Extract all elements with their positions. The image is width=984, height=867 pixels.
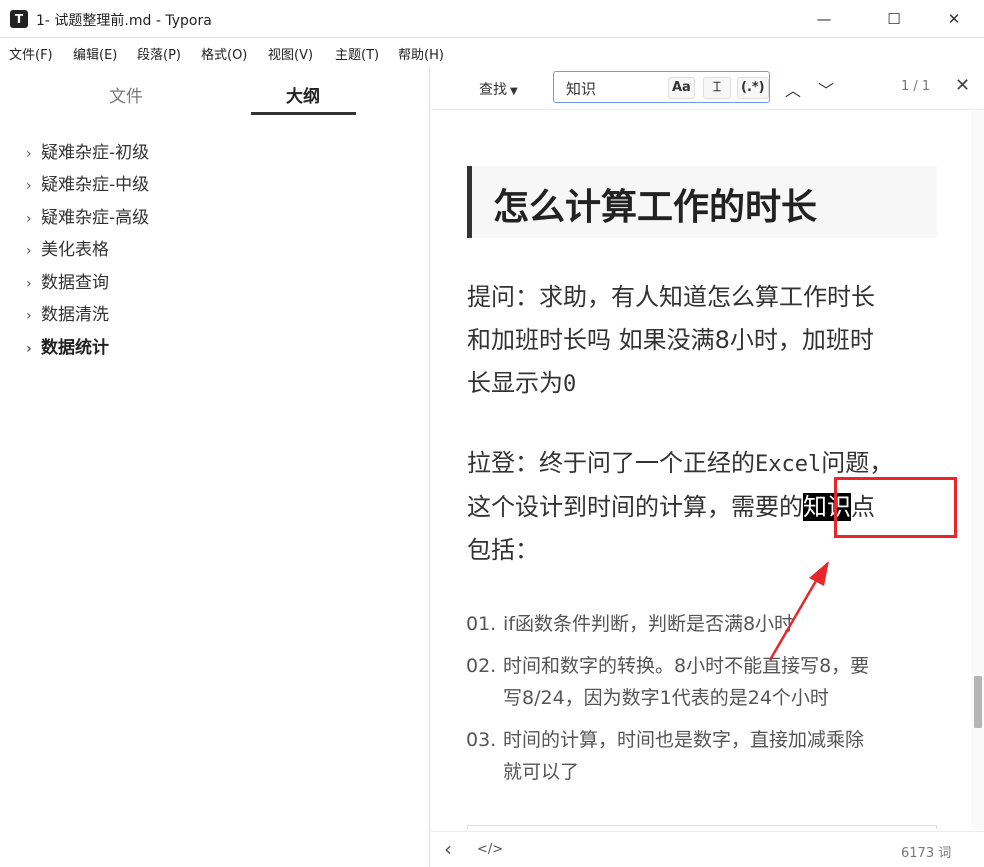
source-code-mode-icon[interactable]: </> (477, 842, 503, 857)
active-tab-indicator (251, 112, 356, 115)
outline-item-active[interactable]: › 数据统计 (26, 333, 109, 358)
heading-block: 怎么计算工作的时长 (467, 166, 937, 238)
menu-help[interactable]: 帮助(H) (398, 44, 444, 63)
menu-paragraph[interactable]: 段落(P) (137, 44, 181, 63)
chevron-right-icon: › (26, 178, 32, 194)
status-bar: ‹ </> 6173 词 (431, 831, 984, 867)
menu-file[interactable]: 文件(F) (9, 44, 53, 63)
annotation-box (834, 477, 957, 538)
list-item: 03. 时间的计算，时间也是数字，直接加减乘除 就可以了 (466, 729, 865, 783)
scroll-thumb[interactable] (974, 676, 982, 728)
minimize-button[interactable]: — (801, 0, 847, 38)
find-next-icon[interactable]: ﹀ (818, 77, 834, 101)
chevron-right-icon: › (26, 308, 32, 324)
chevron-right-icon: › (26, 276, 32, 292)
find-close-icon[interactable]: ✕ (955, 75, 970, 96)
list-item: 02. 时间和数字的转换。8小时不能直接写8，要 写8/24，因为数字1代表的是2… (466, 655, 870, 709)
editor-area[interactable]: 怎么计算工作的时长 提问：求助，有人知道怎么算工作时长 和加班时长吗 如果没满8… (431, 111, 971, 829)
find-bar: 查找▼ Aa ⌶ (.*) ︿ ﹀ 1 / 1 ✕ (431, 66, 984, 110)
chevron-right-icon: › (26, 146, 32, 162)
whole-word-toggle[interactable]: ⌶ (703, 77, 731, 99)
outline-item[interactable]: › 疑难杂症-中级 (26, 170, 149, 195)
find-mode-dropdown[interactable]: 查找 ▼ (479, 79, 518, 99)
maximize-button[interactable]: ☐ (871, 0, 917, 38)
typora-app-icon: T (10, 10, 28, 28)
window-title: 1- 试题整理前.md - Typora (36, 13, 212, 29)
find-prev-icon[interactable]: ︿ (785, 77, 801, 101)
menu-bar: 文件(F) 编辑(E) 段落(P) 格式(O) 视图(V) 主题(T) 帮助(H… (0, 38, 984, 66)
outline-item[interactable]: › 数据清洗 (26, 300, 109, 325)
tab-outline[interactable]: 大纲 (286, 82, 320, 107)
find-input-box: Aa ⌶ (.*) (553, 71, 770, 103)
match-case-toggle[interactable]: Aa (668, 77, 695, 99)
title-bar: T 1- 试题整理前.md - Typora — ☐ ✕ (0, 0, 984, 38)
inline-code: 0 (563, 372, 577, 397)
chevron-right-icon: › (26, 243, 32, 259)
word-count[interactable]: 6173 词 (901, 842, 951, 861)
question-paragraph: 提问：求助，有人知道怎么算工作时长 和加班时长吗 如果没满8小时，加班时 长显示… (467, 283, 875, 397)
sidebar: 文件 大纲 › 疑难杂症-初级 › 疑难杂症-中级 › 疑难杂症-高级 › 美化表格 ›… (0, 66, 430, 867)
find-match-count: 1 / 1 (901, 79, 931, 94)
chevron-right-icon: › (26, 341, 32, 357)
menu-theme[interactable]: 主题(T) (335, 44, 379, 63)
outline-item[interactable]: › 疑难杂症-初级 (26, 138, 149, 163)
outline-item[interactable]: › 数据查询 (26, 268, 109, 293)
find-input[interactable] (566, 78, 666, 98)
menu-view[interactable]: 视图(V) (268, 44, 313, 63)
close-button[interactable]: ✕ (931, 0, 977, 38)
list-item: 01. if函数条件判断，判断是否满8小时 (466, 613, 794, 635)
menu-format[interactable]: 格式(O) (201, 44, 247, 63)
inline-code: Excel (755, 452, 822, 477)
tab-files[interactable]: 文件 (109, 82, 143, 107)
caret-down-icon: ▼ (510, 86, 518, 97)
toggle-sidebar-icon[interactable]: ‹ (444, 837, 452, 861)
chevron-right-icon: › (26, 211, 32, 227)
menu-edit[interactable]: 编辑(E) (73, 44, 117, 63)
heading-text: 怎么计算工作的时长 (493, 187, 818, 228)
code-block-edge (467, 825, 937, 829)
regex-toggle[interactable]: (.*) (737, 77, 769, 99)
outline-item[interactable]: › 疑难杂症-高级 (26, 203, 149, 228)
editor-scrollbar[interactable] (971, 111, 984, 829)
outline-item[interactable]: › 美化表格 (26, 235, 109, 260)
